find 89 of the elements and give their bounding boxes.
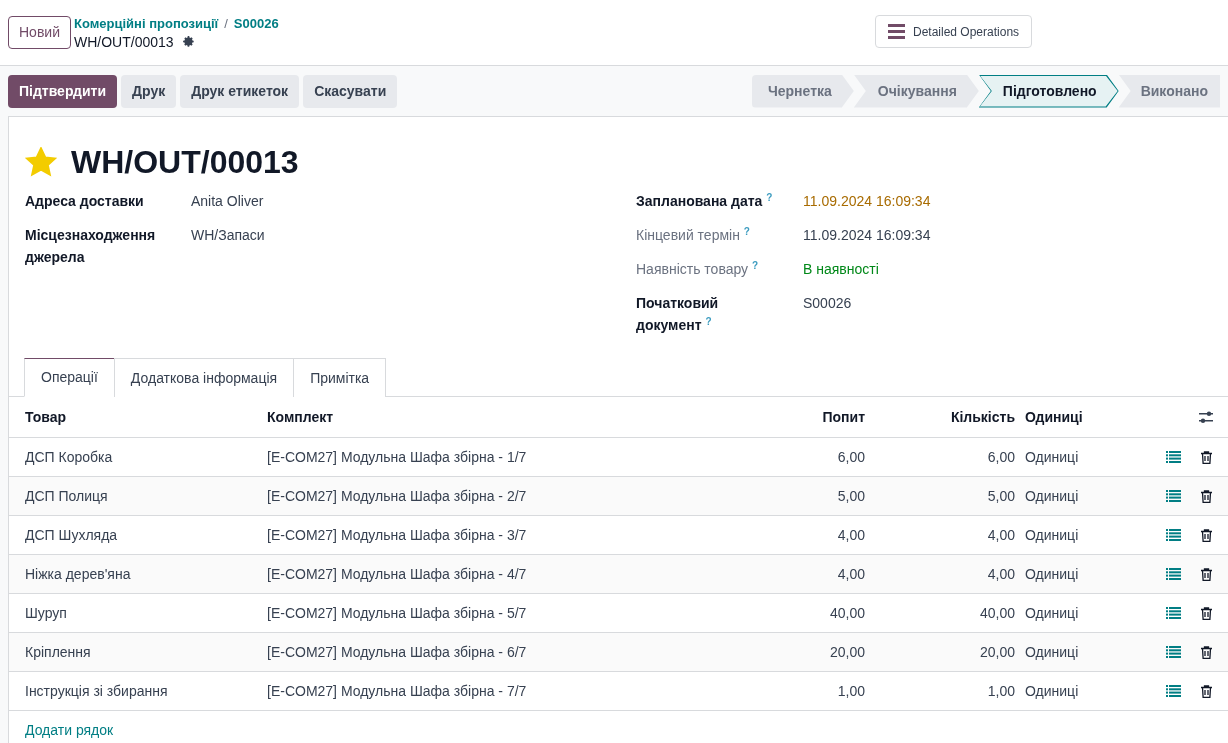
settings-icon[interactable]	[181, 35, 195, 48]
column-header[interactable]: Одиниці	[1015, 406, 1115, 428]
trash-icon[interactable]	[1200, 450, 1212, 464]
action-button[interactable]: Скасувати	[303, 74, 398, 108]
table-cell-text: 20,00	[828, 642, 865, 662]
field-label: Кінцевий термін $^{?}$	[636, 225, 751, 245]
trash-icon[interactable]	[1200, 567, 1212, 581]
field-label: Запланована дата $^{?}$	[636, 191, 774, 211]
form-tab[interactable]: Операції	[24, 358, 115, 397]
table-cell-text: 5,00	[836, 486, 865, 506]
table-cell-text: 1,00	[986, 681, 1015, 701]
list-icon[interactable]	[1166, 685, 1181, 697]
table-cell-text: Одиниці	[1024, 564, 1080, 584]
table-cell-text: [E-COM27] Модульна Шафа збірна - 1/7	[267, 447, 528, 467]
list-icon[interactable]	[1166, 451, 1181, 463]
add-line-link[interactable]: Додати рядок	[25, 720, 114, 741]
field-label: Наявність товару $^{?}$	[636, 259, 760, 279]
column-header[interactable]: Кількість	[865, 406, 1015, 428]
table-cell-text: ДСП Шухляда	[24, 525, 119, 545]
trash-icon[interactable]	[1200, 684, 1212, 698]
field-value[interactable]: S00026	[803, 292, 852, 336]
trash-icon[interactable]	[1200, 489, 1212, 503]
status-stage[interactable]: Чернетка	[751, 74, 854, 108]
action-button[interactable]: Друк етикеток	[180, 74, 300, 108]
trash-icon[interactable]	[1200, 645, 1212, 659]
table-cell-text: ДСП Коробка	[24, 447, 114, 467]
column-header[interactable]: Попит	[737, 406, 865, 428]
menu-icon	[888, 24, 905, 39]
table-cell-text: [E-COM27] Модульна Шафа збірна - 6/7	[267, 642, 528, 662]
table-cell-text: Ніжка дерев'яна	[24, 564, 132, 584]
list-icon[interactable]	[1166, 529, 1181, 541]
table-cell-text: [E-COM27] Модульна Шафа збірна - 7/7	[267, 681, 528, 701]
form-tab[interactable]: Примітка	[293, 358, 387, 397]
record-name: WH/OUT/00013	[74, 32, 174, 51]
record-title: WH/OUT/00013	[71, 143, 299, 182]
table-cell-text: Одиниці	[1024, 642, 1080, 662]
table-cell-text: Одиниці	[1024, 681, 1080, 701]
field-label: Початковий документ $^{?}$	[636, 294, 720, 335]
table-cell-text: Інструкція зі збирання	[24, 681, 169, 701]
table-cell-text: 5,00	[986, 486, 1015, 506]
table-cell-text: 40,00	[828, 603, 865, 623]
column-header[interactable]: Товар	[9, 406, 267, 428]
list-icon[interactable]	[1166, 607, 1181, 619]
table-cell-text: Шуруп	[24, 603, 68, 623]
table-cell-text: [E-COM27] Модульна Шафа збірна - 2/7	[267, 486, 528, 506]
status-stage[interactable]: Підготовлено	[978, 74, 1119, 108]
field-value[interactable]: WH/Запаси	[191, 224, 265, 268]
table-cell-text: ДСП Полиця	[24, 486, 109, 506]
table-cell-text: 40,00	[978, 603, 1015, 623]
table-cell-text: Одиниці	[1024, 486, 1080, 506]
field-value[interactable]: В наявності	[803, 258, 879, 280]
field-value[interactable]: 11.09.2024 16:09:34	[803, 190, 931, 212]
breadcrumb-link[interactable]: S00026	[233, 14, 279, 33]
breadcrumb-separator: /	[224, 14, 228, 33]
list-icon[interactable]	[1166, 490, 1181, 502]
table-cell-text: 4,00	[986, 525, 1015, 545]
table-cell-text: 6,00	[836, 447, 865, 467]
table-cell-text: [E-COM27] Модульна Шафа збірна - 5/7	[267, 603, 528, 623]
table-cell-text: [E-COM27] Модульна Шафа збірна - 4/7	[267, 564, 528, 584]
table-cell-text: 4,00	[836, 525, 865, 545]
field-value[interactable]: Anita Oliver	[191, 190, 264, 212]
list-icon[interactable]	[1166, 568, 1181, 580]
detailed-operations-button[interactable]: Detailed Operations	[875, 15, 1033, 48]
field-label: Місцезнаходження джерела	[25, 226, 157, 267]
action-button[interactable]: Друк	[121, 74, 177, 108]
table-cell-text: Кріплення	[24, 642, 92, 662]
breadcrumb-link[interactable]: Комерційні пропозиції	[74, 14, 219, 33]
list-icon[interactable]	[1166, 646, 1181, 658]
table-cell-text: Одиниці	[1024, 603, 1080, 623]
table-cell-text: [E-COM27] Модульна Шафа збірна - 3/7	[267, 525, 528, 545]
status-stage[interactable]: Виконано	[1118, 74, 1220, 108]
table-cell-text: 6,00	[986, 447, 1015, 467]
star-icon[interactable]	[25, 147, 57, 177]
new-button[interactable]: Новий	[8, 16, 71, 49]
action-button[interactable]: Підтвердити	[8, 74, 118, 108]
table-cell-text: Одиниці	[1024, 447, 1080, 467]
table-cell-text: 4,00	[986, 564, 1015, 584]
column-options-icon[interactable]	[1199, 410, 1213, 424]
table-cell-text: 4,00	[836, 564, 865, 584]
trash-icon[interactable]	[1200, 606, 1212, 620]
table-cell-text: 1,00	[836, 681, 865, 701]
status-stage[interactable]: Очікування	[853, 74, 979, 108]
table-cell-text: Одиниці	[1024, 525, 1080, 545]
table-cell-text: 20,00	[978, 642, 1015, 662]
form-tab[interactable]: Додаткова інформація	[113, 358, 295, 397]
column-header[interactable]: Комплект	[267, 406, 737, 428]
field-value[interactable]: 11.09.2024 16:09:34	[803, 224, 931, 246]
field-label: Адреса доставки	[25, 192, 145, 211]
trash-icon[interactable]	[1200, 528, 1212, 542]
